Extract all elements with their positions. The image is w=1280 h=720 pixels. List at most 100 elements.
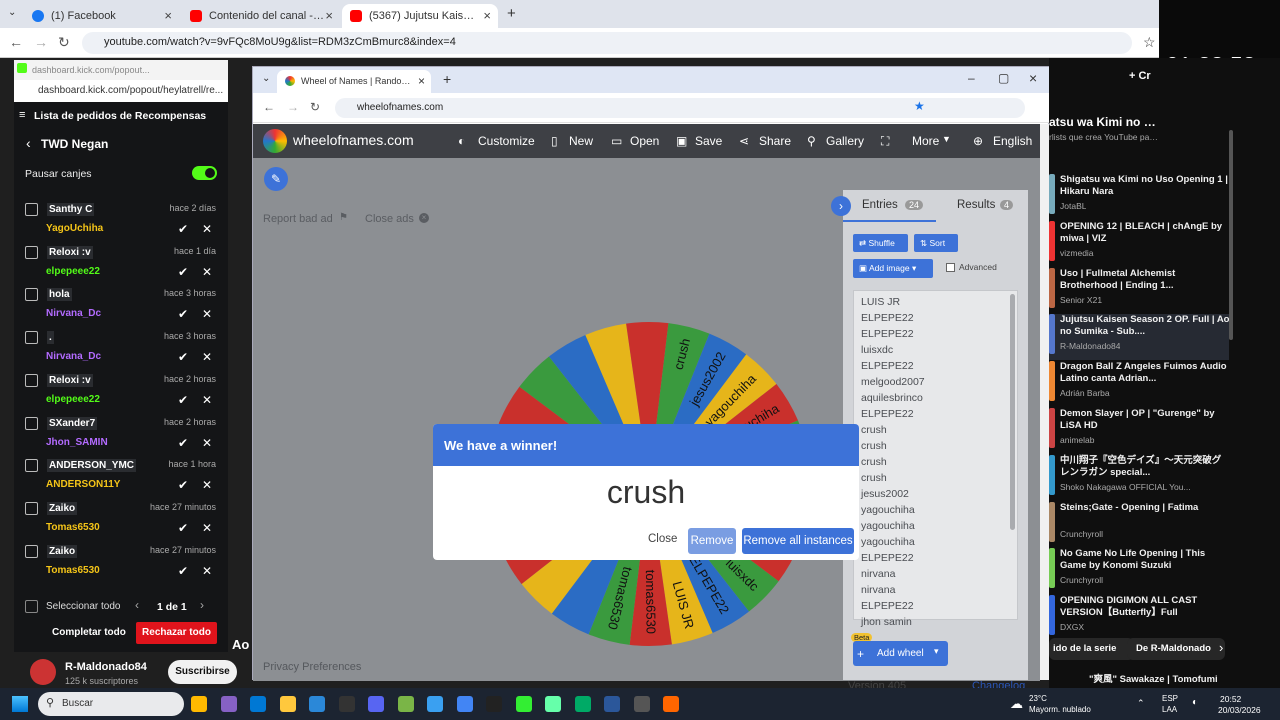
- close-dialog-button[interactable]: Close: [648, 533, 677, 545]
- back-icon[interactable]: ←: [9, 34, 23, 50]
- taskbar-app-icon[interactable]: [191, 696, 207, 712]
- taskbar-app-icon[interactable]: [574, 696, 591, 712]
- select-all-checkbox[interactable]: [25, 600, 38, 613]
- nav-gallery[interactable]: Gallery: [826, 134, 864, 148]
- speaker-icon[interactable]: ◐: [1192, 697, 1198, 708]
- request-user[interactable]: elpepeee22: [46, 394, 100, 405]
- request-checkbox[interactable]: [25, 331, 38, 345]
- request-checkbox[interactable]: [25, 459, 38, 473]
- request-user[interactable]: Tomas6530: [46, 565, 100, 576]
- pause-toggle[interactable]: [192, 166, 217, 180]
- url-field[interactable]: youtube.com/watch?v=9vFQc8MoU9g&list=RDM…: [82, 32, 1132, 54]
- playlist-item[interactable]: Shigatsu wa Kimi no Uso Opening 1 | Hika…: [1049, 174, 1229, 220]
- remove-button[interactable]: Remove: [688, 528, 736, 554]
- approve-check-icon[interactable]: ✔: [178, 350, 188, 364]
- playlist-item[interactable]: Jujutsu Kaisen Season 2 OP. Full | Ao no…: [1049, 314, 1229, 361]
- chip-series[interactable]: ido de la serie: [1049, 638, 1134, 660]
- approve-check-icon[interactable]: ✔: [178, 265, 188, 279]
- taskbar-app-icon[interactable]: [397, 696, 414, 712]
- prev-page-icon[interactable]: ‹: [135, 598, 139, 612]
- approve-check-icon[interactable]: ✔: [178, 478, 188, 492]
- new-tab-button[interactable]: +: [443, 71, 451, 87]
- close-ads-link[interactable]: Close ads: [365, 213, 414, 225]
- approve-check-icon[interactable]: ✔: [178, 521, 188, 535]
- approve-check-icon[interactable]: ✔: [178, 436, 188, 450]
- request-checkbox[interactable]: [25, 245, 38, 259]
- taskbar-app-icon[interactable]: [515, 696, 532, 712]
- taskbar-search[interactable]: ⚲ Buscar: [38, 692, 184, 716]
- tray-chevron-icon[interactable]: ⌃: [1137, 698, 1145, 709]
- playlist-item[interactable]: Demon Slayer | OP | "Gurenge" by LiSA HD…: [1049, 408, 1229, 454]
- taskbar-app-icon[interactable]: [427, 696, 443, 712]
- request-checkbox[interactable]: [25, 288, 38, 302]
- back-chevron-icon[interactable]: ‹: [26, 135, 31, 151]
- chip-next-icon[interactable]: ›: [1219, 640, 1223, 655]
- reject-x-icon[interactable]: ✕: [202, 350, 212, 364]
- taskbar-app-icon[interactable]: [220, 696, 237, 712]
- complete-all-button[interactable]: Completar todo: [52, 627, 126, 638]
- reload-icon[interactable]: ↻: [310, 100, 320, 114]
- reject-x-icon[interactable]: ✕: [202, 436, 212, 450]
- chevron-down-icon[interactable]: ▾: [934, 646, 939, 657]
- taskbar-app-icon[interactable]: [279, 696, 296, 712]
- reject-x-icon[interactable]: ✕: [202, 564, 212, 578]
- playlist-item[interactable]: OPENING DIGIMON ALL CAST VERSION【Butterf…: [1049, 595, 1229, 641]
- reject-x-icon[interactable]: ✕: [202, 521, 212, 535]
- language-layout[interactable]: LAA: [1162, 705, 1177, 714]
- taskbar-app-icon[interactable]: [604, 696, 620, 712]
- entries-scrollbar[interactable]: [1010, 294, 1015, 530]
- request-checkbox[interactable]: [25, 416, 38, 430]
- nav-more[interactable]: More: [912, 134, 939, 148]
- close-window-icon[interactable]: ×: [1029, 70, 1037, 86]
- tab-entries[interactable]: Entries 24: [843, 190, 936, 222]
- remove-all-button[interactable]: Remove all instances: [742, 528, 854, 554]
- request-user[interactable]: Jhon_SAMIN: [46, 437, 108, 448]
- channel-avatar[interactable]: [30, 659, 56, 685]
- taskbar-app-icon[interactable]: [250, 696, 266, 712]
- report-ad-link[interactable]: Report bad ad: [263, 213, 333, 225]
- playlist-item[interactable]: Dragon Ball Z Angeles Fuimos Audio Latin…: [1049, 361, 1229, 407]
- forward-icon[interactable]: →: [287, 100, 299, 114]
- request-checkbox[interactable]: [25, 373, 38, 387]
- approve-check-icon[interactable]: ✔: [178, 222, 188, 236]
- approve-check-icon[interactable]: ✔: [178, 564, 188, 578]
- nav-language[interactable]: English: [993, 134, 1032, 148]
- close-tab-icon[interactable]: ×: [483, 8, 491, 23]
- subscribe-button[interactable]: Suscribirse: [168, 660, 237, 684]
- channel-name[interactable]: R-Maldonado84: [65, 661, 147, 673]
- minimize-icon[interactable]: –: [968, 71, 975, 85]
- reload-icon[interactable]: ↻: [58, 34, 70, 51]
- entries-textarea[interactable]: LUIS JR ELPEPE22 ELPEPE22 luisxdc ELPEPE22 me…: [853, 290, 1018, 628]
- site-logo-text[interactable]: wheelofnames.com: [293, 132, 414, 148]
- close-tab-icon[interactable]: ×: [325, 8, 333, 23]
- bookmark-star-icon[interactable]: ☆: [1143, 34, 1156, 51]
- site-logo-icon[interactable]: [263, 129, 287, 153]
- start-windows-icon[interactable]: [12, 696, 28, 712]
- add-image-button[interactable]: ▣ Add image ▾: [853, 259, 933, 278]
- request-user[interactable]: YagoUchiha: [46, 223, 103, 234]
- playlist-item[interactable]: Uso | Fullmetal Alchemist Brotherhood | …: [1049, 267, 1229, 314]
- tab-facebook[interactable]: (1) Facebook ×: [24, 4, 179, 28]
- request-checkbox[interactable]: [25, 501, 38, 515]
- nav-save[interactable]: Save: [695, 134, 722, 148]
- new-tab-button[interactable]: +: [507, 5, 516, 22]
- forward-icon[interactable]: →: [34, 34, 48, 50]
- request-checkbox[interactable]: [25, 544, 38, 558]
- reject-x-icon[interactable]: ✕: [202, 478, 212, 492]
- tab-wheel-of-names[interactable]: Wheel of Names | Random nam ×: [277, 70, 431, 93]
- close-tab-icon[interactable]: ×: [418, 74, 425, 88]
- nav-customize[interactable]: Customize: [478, 134, 535, 148]
- reject-x-icon[interactable]: ✕: [202, 393, 212, 407]
- approve-check-icon[interactable]: ✔: [178, 307, 188, 321]
- playlist-item[interactable]: Steins;Gate - Opening | Fatima Crunchyro…: [1049, 501, 1229, 548]
- taskbar-app-icon[interactable]: [633, 696, 650, 712]
- bookmark-star-icon[interactable]: ★: [914, 99, 925, 113]
- reject-all-button[interactable]: Rechazar todo: [136, 622, 217, 644]
- taskbar-app-icon[interactable]: [338, 696, 355, 712]
- tab-youtube-studio[interactable]: Contenido del canal - YouTube ×: [182, 4, 340, 28]
- language-indicator[interactable]: ESP: [1162, 694, 1178, 703]
- taskbar-app-icon[interactable]: [663, 696, 679, 712]
- request-user[interactable]: Tomas6530: [46, 522, 100, 533]
- tab-search-chevron-icon[interactable]: ⌄: [8, 7, 16, 18]
- edit-pencil-icon[interactable]: ✎: [264, 167, 288, 191]
